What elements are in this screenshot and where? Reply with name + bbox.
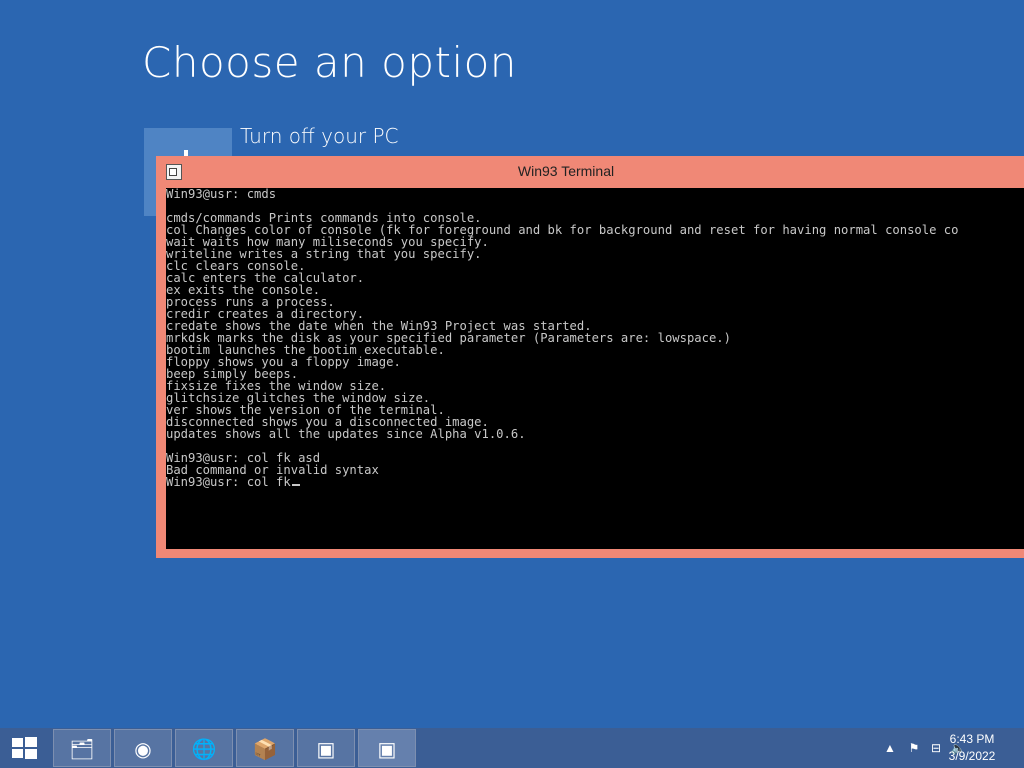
- taskbar-app-button[interactable]: ▣: [358, 729, 416, 767]
- console-line: Bad command or invalid syntax: [166, 463, 379, 477]
- terminal-window-icon-2: ▣: [377, 738, 397, 761]
- setup-package-icon: 📦: [252, 738, 278, 761]
- show-hidden-icons-chevron-icon[interactable]: ▲: [882, 740, 898, 756]
- windows-logo-icon-pane: [25, 749, 37, 759]
- clock-date: 3/9/2022: [948, 749, 996, 763]
- file-explorer-icon: 🗂: [69, 738, 95, 761]
- taskbar-app-button[interactable]: 🗂: [53, 729, 111, 767]
- system-tray: ▲ ⚑ ⊟ 🔈 6:43 PM 3/9/2022: [834, 728, 1024, 768]
- terminal-window-icon: ▣: [316, 738, 336, 761]
- clock-time: 6:43 PM: [949, 732, 995, 746]
- start-button[interactable]: [0, 728, 48, 768]
- terminal-console[interactable]: Win93@usr: cmds cmds/commands Prints comm…: [166, 188, 1024, 549]
- console-prompt-line[interactable]: Win93@usr: col fk: [166, 476, 1024, 488]
- console-output: Win93@usr: cmds cmds/commands Prints comm…: [166, 188, 1024, 476]
- windows-logo-icon-pane: [25, 737, 37, 747]
- terminal-title: Win93 Terminal: [517, 163, 615, 179]
- taskbar: 🗂 ◉ 🌐 📦 ▣ ▣ ▲ ⚑ ⊟ 🔈 6:43 PM 3/9/2022: [0, 728, 1024, 768]
- network-globe-icon: 🌐: [191, 738, 217, 761]
- windows-logo-icon-pane: [12, 749, 23, 758]
- terminal-window[interactable]: Win93 Terminal Win93@usr: cmds cmds/comma…: [156, 156, 1024, 558]
- taskbar-app-button[interactable]: ▣: [297, 729, 355, 767]
- action-center-flag-icon[interactable]: ⚑: [906, 740, 922, 756]
- windows-logo-icon: [12, 738, 23, 747]
- taskbar-app-button[interactable]: 📦: [236, 729, 294, 767]
- console-line: Win93@usr: cmds: [166, 188, 277, 201]
- text-cursor: [291, 484, 300, 486]
- terminal-titlebar[interactable]: Win93 Terminal: [156, 156, 1024, 188]
- taskbar-app-button[interactable]: 🌐: [175, 729, 233, 767]
- page-title: Choose an option: [142, 38, 517, 87]
- taskbar-app-button[interactable]: ◉: [114, 729, 172, 767]
- console-prompt[interactable]: Win93@usr: col fk: [166, 475, 291, 489]
- clock[interactable]: 6:43 PM 3/9/2022: [942, 731, 1002, 765]
- chrome-icon: ◉: [134, 738, 152, 761]
- turn-off-pc-label[interactable]: Turn off your PC: [240, 124, 399, 148]
- console-line: updates shows all the updates since Alph…: [166, 427, 526, 441]
